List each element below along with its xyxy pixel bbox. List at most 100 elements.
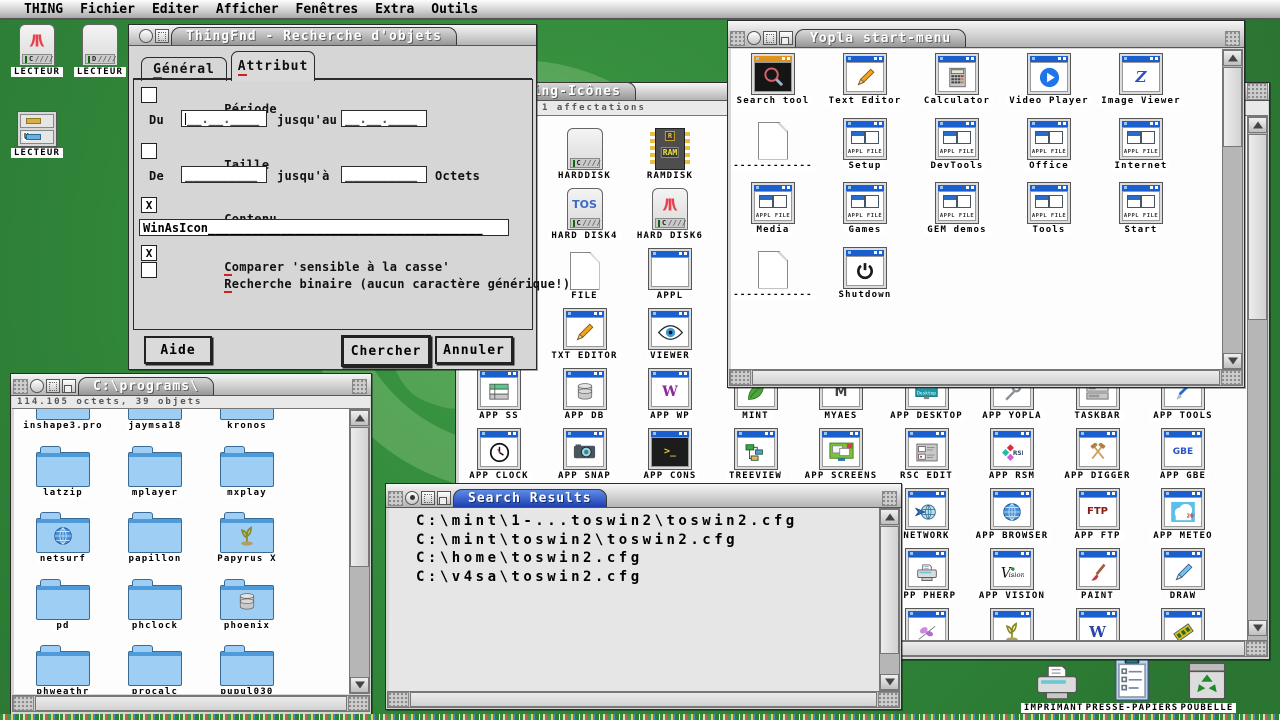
- icon-hard-disk4[interactable]: TOSC////HARD DISK4: [543, 186, 627, 241]
- icon-app-wp[interactable]: WAPP WP: [628, 366, 712, 421]
- icon-text-editor[interactable]: Text Editor: [821, 51, 909, 106]
- yopla-vscrollbar[interactable]: [1222, 49, 1243, 370]
- icon-presse-papiers[interactable]: PRESSE-PAPIERS: [1090, 658, 1174, 713]
- icon-latzip[interactable]: latzip: [19, 443, 107, 498]
- icon-lecteur[interactable]: ULECTEUR: [0, 103, 79, 158]
- results-vscrollbar[interactable]: [879, 508, 900, 691]
- yopla-hthumb[interactable]: [752, 370, 1220, 385]
- icon-phweathr[interactable]: phweathr: [19, 642, 107, 694]
- icon-papillon[interactable]: papillon: [111, 509, 199, 564]
- icon-devtools[interactable]: APPL FILEDevTools: [913, 116, 1001, 171]
- close-icon[interactable]: [139, 29, 153, 43]
- icon-games[interactable]: APPL FILEGames: [821, 180, 909, 235]
- icon-paint[interactable]: PAINT: [1056, 546, 1140, 601]
- programs-hgrip-right[interactable]: [348, 696, 369, 711]
- icon-app-digger[interactable]: APP DIGGER: [1056, 426, 1140, 481]
- icon-rsc-edit[interactable]: RSC EDIT: [885, 426, 969, 481]
- date-from-field[interactable]: __.__.____: [181, 110, 267, 127]
- results-titlebar-grip-right[interactable]: [882, 491, 897, 506]
- scroll-up-icon[interactable]: [1223, 50, 1242, 66]
- yopla-hgrip-left[interactable]: [730, 370, 751, 385]
- thingfnd-titlebar[interactable]: ThingFnd - Recherche d'objets: [129, 25, 536, 46]
- icon-pd[interactable]: pd: [19, 576, 107, 631]
- icon-tools[interactable]: APPL FILETools: [1005, 180, 1093, 235]
- icon-calculator[interactable]: Calculator: [913, 51, 1001, 106]
- icon-setup[interactable]: APPL FILESetup: [821, 116, 909, 171]
- close-icon[interactable]: [405, 491, 419, 505]
- comparer-checkbox[interactable]: X: [141, 245, 157, 261]
- icon-app-db[interactable]: APP DB: [543, 366, 627, 421]
- thing-icones-vthumb[interactable]: [1248, 134, 1267, 320]
- aide-button[interactable]: Aide: [144, 336, 212, 364]
- icon-pupul030[interactable]: pupul030: [203, 642, 291, 694]
- thing-icones-corner-grip[interactable]: [1247, 83, 1268, 100]
- yopla-hscrollbar[interactable]: [729, 369, 1243, 386]
- programs-vscrollbar[interactable]: [349, 409, 370, 694]
- menu-item-extra[interactable]: Extra: [375, 2, 414, 17]
- fuller-icon[interactable]: [763, 31, 777, 45]
- result-line[interactable]: C:\mint\1-...toswin2\toswin2.cfg: [416, 512, 879, 531]
- icon-ramdisk[interactable]: RRAMRAMDISK: [628, 126, 712, 181]
- results-hgrip-left[interactable]: [388, 692, 409, 707]
- programs-hgrip-left[interactable]: [13, 696, 34, 711]
- scroll-up-icon[interactable]: [350, 410, 369, 426]
- date-to-field[interactable]: __.__.____: [341, 110, 427, 127]
- icon-draw[interactable]: DRAW: [1141, 546, 1225, 601]
- icon-search-tool[interactable]: Search tool: [731, 51, 817, 106]
- icon-netsurf[interactable]: netsurf: [19, 509, 107, 564]
- contenu-field[interactable]: WinAsIcon_______________________________…: [139, 219, 509, 236]
- icon-untitled[interactable]: ------------: [731, 245, 817, 300]
- scroll-up-icon[interactable]: [880, 509, 899, 525]
- icon-procalc[interactable]: procalc: [111, 642, 199, 694]
- icon-jaymsa18[interactable]: jaymsa18: [111, 409, 199, 431]
- close-icon[interactable]: [747, 31, 761, 45]
- results-hthumb[interactable]: [410, 692, 877, 707]
- icon-phclock[interactable]: phclock: [111, 576, 199, 631]
- icon-harddisk[interactable]: C////HARDDISK: [543, 126, 627, 181]
- menu-item-fenêtres[interactable]: Fenêtres: [296, 2, 359, 17]
- tab-attribut[interactable]: Attribut: [231, 51, 315, 81]
- scroll-down-icon[interactable]: [1223, 353, 1242, 369]
- scroll-down-icon[interactable]: [350, 677, 369, 693]
- icon-mplayer[interactable]: mplayer: [111, 443, 199, 498]
- icon-app-browser[interactable]: APP BROWSER: [970, 486, 1054, 541]
- icon-untitled[interactable]: W: [1056, 606, 1140, 641]
- result-line[interactable]: C:\home\toswin2.cfg: [416, 549, 879, 568]
- chercher-button[interactable]: Chercher: [341, 335, 431, 367]
- yopla-titlebar[interactable]: Yopla start-menu: [728, 21, 1244, 48]
- programs-hthumb[interactable]: [35, 696, 347, 711]
- close-icon[interactable]: [30, 379, 44, 393]
- fuller-icon[interactable]: [421, 491, 435, 505]
- icon-papyrus-x[interactable]: Papyrus X: [203, 509, 291, 564]
- result-line[interactable]: C:\v4sa\toswin2.cfg: [416, 568, 879, 587]
- menu-item-afficher[interactable]: Afficher: [216, 2, 279, 17]
- icon-app-ss[interactable]: APP SS: [459, 366, 541, 421]
- icon-treeview[interactable]: TREEVIEW: [714, 426, 798, 481]
- results-hgrip-right[interactable]: [878, 692, 899, 707]
- yopla-hgrip-right[interactable]: [1221, 370, 1242, 385]
- periode-checkbox[interactable]: [141, 87, 157, 103]
- icon-app-rsm[interactable]: RSMAPP RSM: [970, 426, 1054, 481]
- results-vthumb[interactable]: [880, 526, 899, 654]
- icon-hard-disk6[interactable]: C////HARD DISK6: [628, 186, 712, 241]
- programs-titlebar[interactable]: C:\programs\: [11, 374, 371, 396]
- icon-internet[interactable]: APPL FILEInternet: [1097, 116, 1185, 171]
- scroll-down-icon[interactable]: [1248, 620, 1267, 636]
- icon-app-meteo[interactable]: 26°APP METEO: [1141, 486, 1225, 541]
- scroll-down-icon[interactable]: [880, 674, 899, 690]
- iconify-icon[interactable]: [155, 29, 169, 43]
- annuler-button[interactable]: Annuler: [435, 336, 513, 364]
- iconify-icon[interactable]: [437, 491, 451, 505]
- results-titlebar-grip-left[interactable]: [388, 491, 403, 506]
- icon-appl[interactable]: APPL: [628, 246, 712, 301]
- icon-app-cons[interactable]: >_APP CONS: [628, 426, 712, 481]
- size-to-field[interactable]: __________: [341, 166, 427, 183]
- iconify-icon[interactable]: [62, 379, 76, 393]
- contenu-checkbox[interactable]: X: [141, 197, 157, 213]
- icon-image-viewer[interactable]: ZImage Viewer: [1097, 51, 1185, 106]
- taille-checkbox[interactable]: [141, 143, 157, 159]
- icon-office[interactable]: APPL FILEOffice: [1005, 116, 1093, 171]
- icon-untitled[interactable]: ------------: [731, 116, 817, 171]
- icon-untitled[interactable]: [970, 606, 1054, 641]
- icon-app-vision[interactable]: VisionAPP VISION: [970, 546, 1054, 601]
